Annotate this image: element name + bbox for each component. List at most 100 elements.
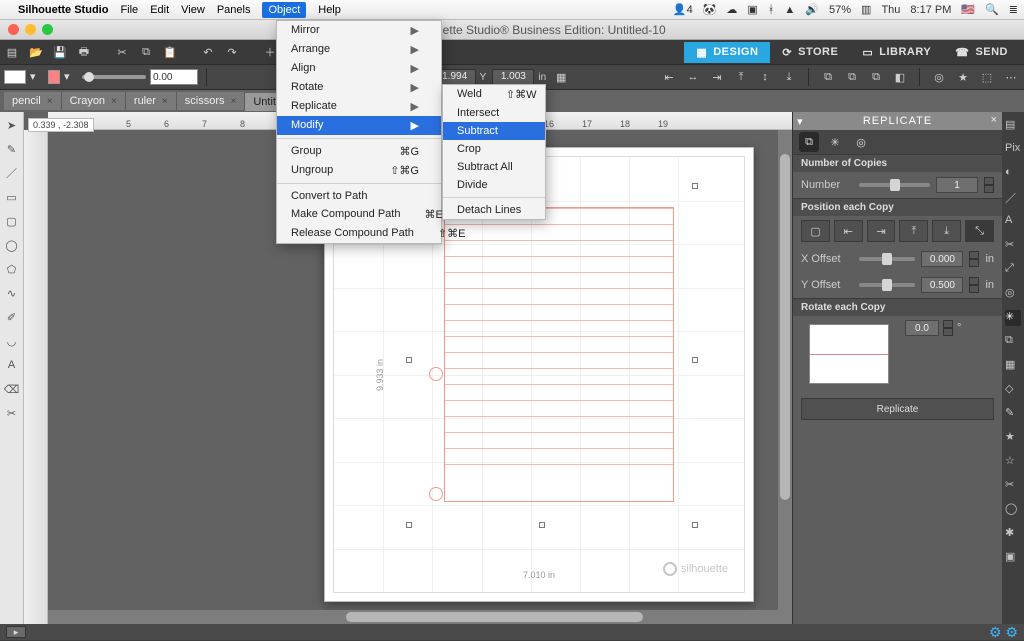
view-menu[interactable]: View — [181, 4, 205, 16]
media-panel-icon[interactable]: ▣ — [1005, 550, 1021, 566]
more-icon[interactable]: ⋯ — [1002, 68, 1020, 86]
transform-panel-icon[interactable]: ⤢ — [1005, 262, 1021, 278]
panel-close-icon[interactable]: × — [991, 114, 998, 126]
make-compound-item[interactable]: Make Compound Path⌘E — [277, 205, 441, 224]
selection-handle[interactable] — [692, 183, 698, 189]
polygon-tool-icon[interactable]: ⬠ — [3, 260, 21, 278]
help-menu[interactable]: Help — [318, 4, 341, 16]
star-panel-icon[interactable]: ★ — [1005, 430, 1021, 446]
line-weight-slider[interactable] — [82, 75, 146, 79]
spotlight-icon[interactable]: 🔍 — [985, 3, 999, 16]
star-icon[interactable]: ★ — [954, 68, 972, 86]
y-offset-value[interactable]: 0.500 — [921, 277, 963, 293]
doc-tab-crayon[interactable]: Crayon× — [62, 92, 126, 110]
dir-up-icon[interactable]: ⤒ — [899, 220, 928, 242]
y-value[interactable]: 1.003 — [492, 69, 534, 85]
star2-panel-icon[interactable]: ☆ — [1005, 454, 1021, 470]
replicate-item[interactable]: Replicate▶ — [277, 97, 441, 116]
rotate-item[interactable]: Rotate▶ — [277, 78, 441, 97]
redo-icon[interactable]: ↷ — [224, 44, 240, 60]
nav-send[interactable]: ☎SEND — [943, 42, 1020, 63]
align-right-icon[interactable]: ⇥ — [708, 68, 726, 86]
paste-icon[interactable]: 📋 — [162, 44, 178, 60]
dir-right-icon[interactable]: ⇥ — [867, 220, 896, 242]
line-picker-icon[interactable]: ▾ — [64, 70, 78, 84]
nav-store[interactable]: ⟳STORE — [770, 42, 850, 63]
y-offset-slider[interactable] — [859, 283, 915, 287]
hole-shape[interactable] — [429, 487, 443, 501]
fill-picker-icon[interactable]: ▾ — [30, 70, 44, 84]
align-bottom-icon[interactable]: ⤓ — [780, 68, 798, 86]
page-setup-icon[interactable]: ▤ — [1005, 118, 1021, 134]
align-item[interactable]: Align▶ — [277, 59, 441, 78]
undo-icon[interactable]: ↶ — [200, 44, 216, 60]
freehand-tool-icon[interactable]: ✐ — [3, 308, 21, 326]
number-value[interactable]: 1 — [936, 177, 978, 193]
opacity-input[interactable] — [150, 69, 198, 85]
fill-swatch[interactable] — [4, 70, 26, 84]
curve-tool-icon[interactable]: ∿ — [3, 284, 21, 302]
subtract-item[interactable]: Subtract — [443, 122, 545, 140]
selection-handle[interactable] — [539, 522, 545, 528]
align-left-icon[interactable]: ⇤ — [660, 68, 678, 86]
edit-points-tool-icon[interactable]: ✎ — [3, 140, 21, 158]
open-icon[interactable]: 📂 — [28, 44, 44, 60]
subtract-all-item[interactable]: Subtract All — [443, 158, 545, 176]
print-icon[interactable]: 🖶 — [76, 44, 92, 60]
replicate-grid-icon[interactable]: ⧉ — [867, 68, 885, 86]
scrollbar-horizontal[interactable] — [48, 610, 792, 624]
nest-icon[interactable]: ◧ — [891, 68, 909, 86]
knife-panel-icon[interactable]: ✂ — [1005, 478, 1021, 494]
save-icon[interactable]: 💾 — [52, 44, 68, 60]
doc-tab-ruler[interactable]: ruler× — [126, 92, 177, 110]
number-slider[interactable] — [859, 183, 930, 187]
number-stepper[interactable] — [984, 177, 994, 193]
minimize-window[interactable] — [25, 24, 36, 35]
layer-button[interactable]: ▸ — [6, 626, 26, 638]
doc-tab-pencil[interactable]: pencil× — [4, 92, 62, 110]
nav-library[interactable]: ▭LIBRARY — [850, 42, 943, 63]
crop-item[interactable]: Crop — [443, 140, 545, 158]
new-icon[interactable]: ▤ — [4, 44, 20, 60]
cut-icon[interactable]: ✂ — [114, 44, 130, 60]
panels-menu[interactable]: Panels — [217, 4, 251, 16]
offset-panel-icon[interactable]: ◎ — [1005, 286, 1021, 302]
selection-handle[interactable] — [692, 522, 698, 528]
ellipse-tool-icon[interactable]: ◯ — [3, 236, 21, 254]
app-menu[interactable]: Silhouette Studio — [18, 4, 108, 16]
copy-icon[interactable]: ⧉ — [138, 44, 154, 60]
y-stepper[interactable] — [969, 277, 979, 293]
close-tab-icon[interactable]: × — [162, 96, 168, 107]
text-panel-icon[interactable]: A — [1005, 214, 1021, 230]
settings-gear-icon[interactable]: ⚙ ⚙ — [989, 624, 1018, 641]
selection-handle[interactable] — [406, 357, 412, 363]
rotate-stepper[interactable] — [943, 320, 953, 336]
replicate-button[interactable]: Replicate — [801, 398, 994, 420]
arrange-item[interactable]: Arrange▶ — [277, 40, 441, 59]
scrollbar-vertical[interactable] — [778, 130, 792, 610]
x-stepper[interactable] — [969, 251, 979, 267]
close-tab-icon[interactable]: × — [231, 96, 237, 107]
align-top-icon[interactable]: ⤒ — [732, 68, 750, 86]
divide-item[interactable]: Divide — [443, 176, 545, 194]
replicate-panel-icon[interactable]: ✳ — [1005, 310, 1021, 326]
panel-tab-object-icon[interactable]: ◎ — [851, 132, 871, 152]
dir-center-icon[interactable]: ▢ — [801, 220, 830, 242]
sketch-panel-icon[interactable]: ✎ — [1005, 406, 1021, 422]
dir-down-icon[interactable]: ⤓ — [932, 220, 961, 242]
modify-item[interactable]: Modify▶ — [277, 116, 441, 135]
selection-handle[interactable] — [692, 357, 698, 363]
trace-panel-icon[interactable]: ✂ — [1005, 238, 1021, 254]
fill-panel-icon[interactable]: ◐ — [1005, 166, 1021, 182]
circle-panel-icon[interactable]: ◯ — [1005, 502, 1021, 518]
select-tool-icon[interactable]: ➤ — [3, 116, 21, 134]
x-offset-value[interactable]: 0.000 — [921, 251, 963, 267]
group-item[interactable]: Group⌘G — [277, 142, 441, 161]
rotate-value[interactable]: 0.0 — [905, 320, 939, 336]
x-offset-slider[interactable] — [859, 257, 915, 261]
line-swatch[interactable] — [48, 70, 60, 84]
close-tab-icon[interactable]: × — [111, 96, 117, 107]
convert-path-item[interactable]: Convert to Path — [277, 187, 441, 205]
arc-tool-icon[interactable]: ◡ — [3, 332, 21, 350]
line-panel-icon[interactable]: ／ — [1005, 190, 1021, 206]
